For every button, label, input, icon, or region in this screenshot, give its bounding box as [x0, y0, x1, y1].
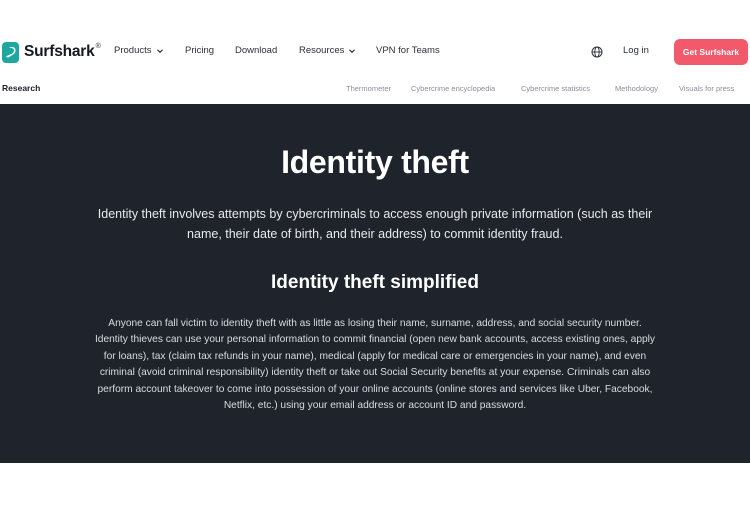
intro-line: Identity theft involves attempts by cybe…	[97, 207, 653, 221]
nav-pricing-label: Pricing	[185, 45, 215, 56]
surfshark-logo[interactable]: Surfshark ®	[2, 41, 101, 63]
body-line: criminal (avoid criminal responsibility)…	[99, 367, 651, 379]
top-nav: Surfshark ® Products Pricing Download Re…	[0, 0, 750, 80]
login-link[interactable]: Log in	[623, 45, 649, 56]
body-line: Identity thieves can use your personal i…	[94, 334, 656, 346]
chevron-down-icon	[349, 48, 356, 53]
subnav-thermometer[interactable]: Thermometer	[346, 84, 391, 93]
nav-vpn-for-teams-label: VPN for Teams	[376, 45, 440, 56]
subnav-methodology[interactable]: Methodology	[615, 84, 658, 93]
nav-download[interactable]: Download	[235, 45, 277, 56]
nav-products-label: Products	[114, 45, 152, 56]
nav-pricing[interactable]: Pricing	[185, 45, 214, 56]
hero-section: Identity theft Identity theft involves a…	[0, 104, 750, 463]
research-subnav: Research Thermometer Cybercrime encyclop…	[0, 80, 750, 104]
body-paragraph: Anyone can fall victim to identity theft…	[66, 316, 684, 414]
body-line: Anyone can fall victim to identity theft…	[108, 318, 642, 329]
nav-products[interactable]: Products	[114, 45, 164, 56]
registered-mark: ®	[95, 42, 101, 50]
login-label: Log in	[623, 45, 649, 56]
subnav-cybercrime-encyclopedia[interactable]: Cybercrime encyclopedia	[411, 84, 495, 93]
globe-icon[interactable]	[591, 46, 603, 58]
section-heading: Identity theft simplified	[271, 272, 479, 293]
brand-name: Surfshark	[24, 43, 95, 60]
surfshark-logo-icon	[2, 41, 19, 63]
body-line: Netflix, etc.) using your email address …	[223, 400, 527, 412]
subnav-visuals-for-press[interactable]: Visuals for press	[679, 84, 734, 93]
body-line: perform account takeover to come into po…	[97, 383, 653, 395]
nav-vpn-for-teams[interactable]: VPN for Teams	[376, 45, 440, 56]
nav-resources[interactable]: Resources	[299, 45, 356, 56]
subnav-cybercrime-statistics[interactable]: Cybercrime statistics	[521, 84, 590, 93]
nav-download-label: Download	[235, 45, 278, 56]
get-surfshark-label: Get Surfshark	[682, 47, 740, 57]
nav-resources-label: Resources	[299, 45, 345, 56]
intro-line: name, their date of birth, and their add…	[187, 227, 563, 241]
research-title[interactable]: Research	[2, 83, 40, 93]
page-title: Identity theft	[281, 144, 469, 180]
chevron-down-icon	[156, 48, 163, 53]
get-surfshark-button[interactable]: Get Surfshark	[674, 39, 748, 65]
body-line: for loans), tax (claim tax refunds in yo…	[103, 350, 647, 362]
intro-paragraph: Identity theft involves attempts by cybe…	[70, 204, 680, 244]
